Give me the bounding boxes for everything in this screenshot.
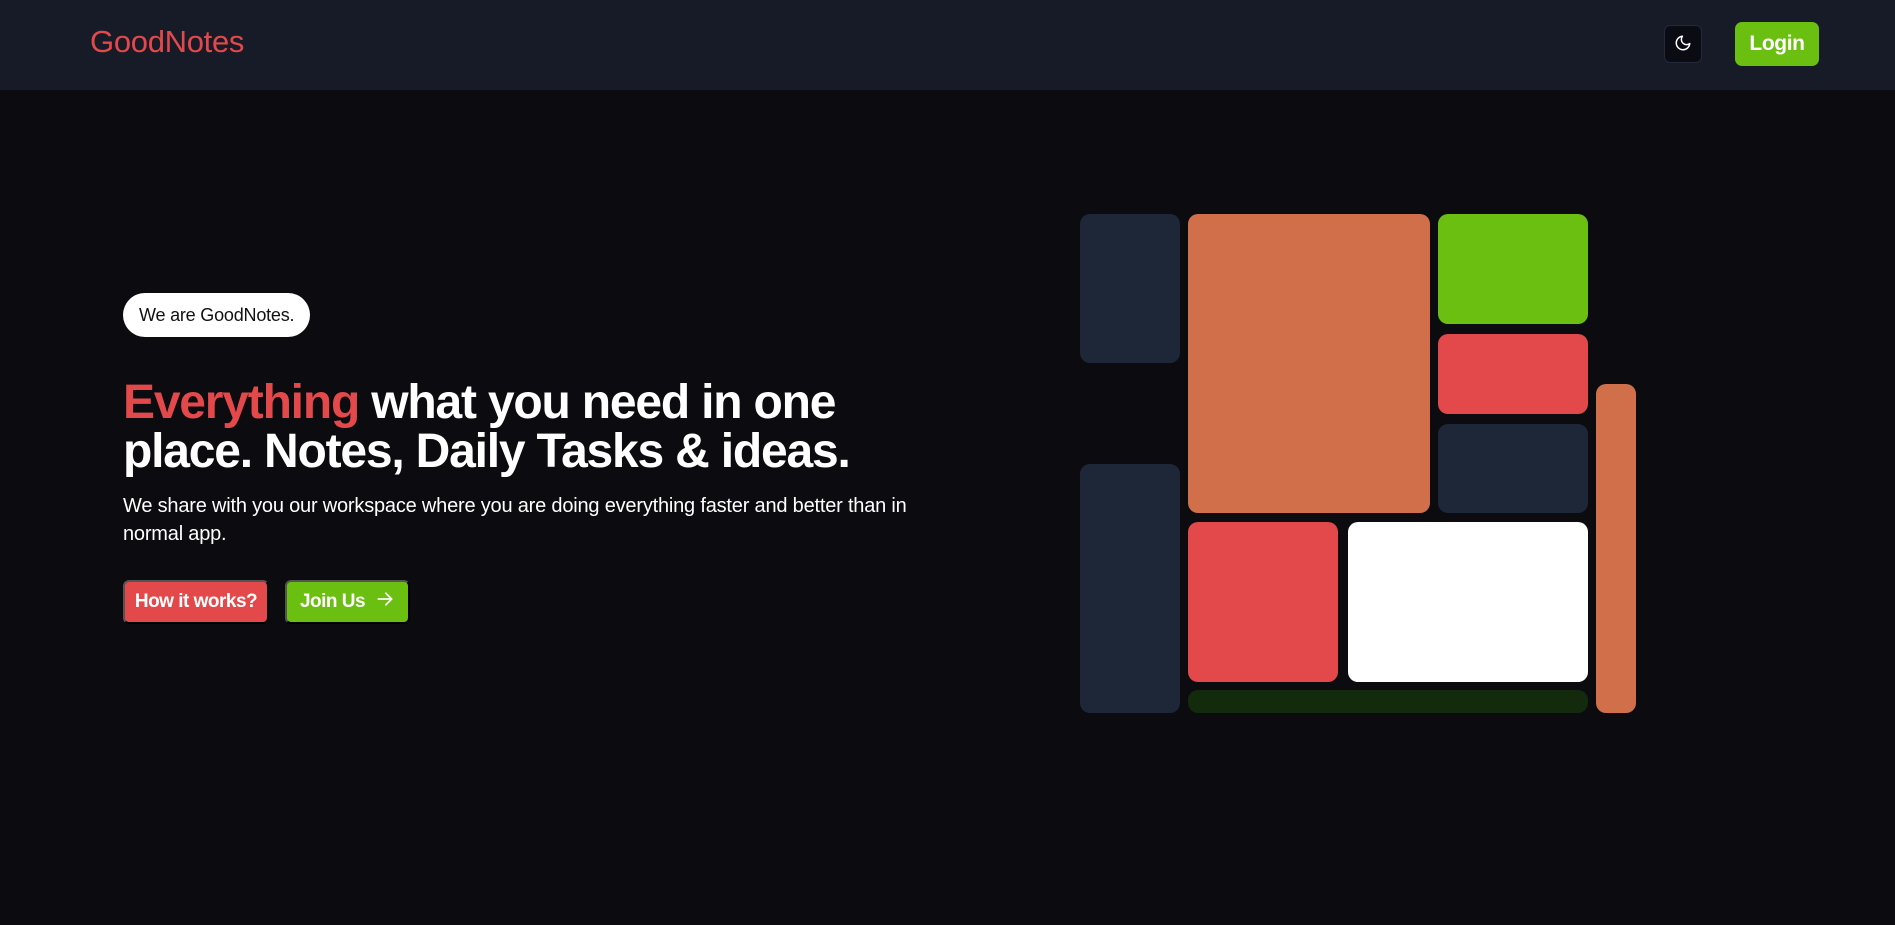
how-it-works-label: How it works? bbox=[134, 591, 258, 612]
hero-headline: Everything what you need in one place. N… bbox=[123, 378, 943, 476]
mosaic-tile-green bbox=[1438, 214, 1588, 324]
mosaic-tile-slate-bottom bbox=[1080, 464, 1180, 713]
hero-subtext: We share with you our workspace where yo… bbox=[123, 495, 907, 545]
theme-toggle-button[interactable] bbox=[1664, 25, 1702, 63]
logo[interactable]: GoodNotes bbox=[90, 24, 244, 60]
mosaic-tile-red-large bbox=[1188, 522, 1338, 682]
login-button[interactable]: Login bbox=[1735, 22, 1819, 66]
intro-badge: We are GoodNotes. bbox=[123, 293, 311, 337]
mosaic-tile-slate-top bbox=[1080, 214, 1180, 363]
how-it-works-button[interactable]: How it works? bbox=[123, 580, 269, 624]
mosaic-tile-white bbox=[1348, 522, 1588, 682]
headline-accent: Everything bbox=[123, 376, 360, 429]
mosaic-tile-orange-tall bbox=[1596, 384, 1636, 713]
mosaic-tile-slate-small bbox=[1438, 424, 1588, 513]
moon-icon bbox=[1674, 34, 1692, 55]
navbar: GoodNotes Login bbox=[0, 0, 1895, 90]
arrow-right-icon bbox=[375, 589, 395, 615]
join-us-button[interactable]: Join Us bbox=[285, 580, 410, 624]
mosaic-tile-orange-large bbox=[1188, 214, 1430, 513]
mosaic-tile-dark-green bbox=[1188, 690, 1588, 713]
join-us-label: Join Us bbox=[299, 591, 366, 612]
mosaic-tile-red-small bbox=[1438, 334, 1588, 414]
